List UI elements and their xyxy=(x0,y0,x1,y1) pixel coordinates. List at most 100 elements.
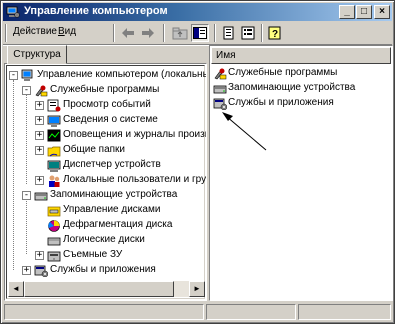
tree-item[interactable]: + Сведения о системе xyxy=(5,113,205,127)
menu-action[interactable]: Действие xyxy=(13,26,57,37)
expand-icon[interactable]: + xyxy=(35,131,44,140)
tree-item-label: Диспетчер устройств xyxy=(63,159,161,170)
title-bar[interactable]: Управление компьютером _ □ × xyxy=(3,3,392,21)
status-cell-1 xyxy=(4,304,204,320)
logical-drives-icon xyxy=(47,234,61,247)
tree-item[interactable]: - Управление компьютером (локальным) xyxy=(5,68,207,82)
system-info-icon xyxy=(47,114,61,127)
scroll-right-icon: ► xyxy=(193,284,201,293)
tree-item-label: Запоминающие устройства xyxy=(50,189,178,200)
up-level-button[interactable] xyxy=(171,24,189,42)
toolbar-separator xyxy=(214,24,216,42)
menu-toolbar-row: Действие Вид ? xyxy=(3,22,392,45)
export-list-button[interactable] xyxy=(220,24,238,42)
expand-icon[interactable]: + xyxy=(35,116,44,125)
tree-item[interactable]: Логические диски xyxy=(5,233,205,247)
tree-item-label: Логические диски xyxy=(63,234,145,245)
tab-tree[interactable]: Структура xyxy=(7,45,67,64)
tree-item-label: Сведения о системе xyxy=(63,114,158,125)
list-item-label: Служебные программы xyxy=(228,67,338,78)
show-tree-icon xyxy=(193,27,207,39)
tree-item-label: Служебные программы xyxy=(50,84,160,95)
close-icon: × xyxy=(379,6,385,17)
performance-logs-icon xyxy=(47,129,61,142)
details-pane: Имя Служебные программы Запоминающие устр… xyxy=(209,45,393,301)
scroll-left-icon: ◄ xyxy=(12,284,20,293)
toolbar-separator xyxy=(163,24,165,42)
expand-icon[interactable]: + xyxy=(22,266,31,275)
back-arrow-icon xyxy=(122,28,134,38)
export-list-icon xyxy=(223,26,234,40)
expand-icon[interactable]: + xyxy=(35,176,44,185)
local-users-icon xyxy=(47,174,61,187)
tree-item[interactable]: + Общие папки xyxy=(5,143,205,157)
forward-arrow-icon xyxy=(142,28,154,38)
system-tools-icon xyxy=(34,84,48,97)
status-cell-2 xyxy=(206,304,296,320)
tree-item-label: Дефрагментация диска xyxy=(63,219,173,230)
tree-item-label: Локальные пользователи и группы xyxy=(63,174,207,185)
minimize-icon: _ xyxy=(344,6,350,17)
event-viewer-icon xyxy=(47,99,61,112)
expand-icon[interactable]: + xyxy=(35,101,44,110)
tree-item-label: Управление компьютером (локальным) xyxy=(37,69,207,80)
maximize-icon: □ xyxy=(360,6,368,17)
scroll-thumb[interactable] xyxy=(24,281,174,297)
forward-button[interactable] xyxy=(139,24,157,42)
expand-icon[interactable]: + xyxy=(35,146,44,155)
tree-item[interactable]: + Службы и приложения xyxy=(5,263,205,278)
pointer-arrow-icon xyxy=(222,112,267,151)
toolbar-separator xyxy=(261,24,263,42)
tree-item[interactable]: + Съемные ЗУ xyxy=(5,248,205,262)
shared-folders-icon xyxy=(47,144,61,157)
scroll-right-button[interactable]: ► xyxy=(189,281,205,297)
tree-pane: - Управление компьютером (локальным) - Служ… xyxy=(4,63,207,301)
tree-item[interactable]: - Запоминающие устройства xyxy=(5,188,205,202)
computer-management-icon xyxy=(21,69,35,82)
window-title: Управление компьютером xyxy=(24,5,168,17)
tree-item-label: Съемные ЗУ xyxy=(63,249,123,260)
tree-item[interactable]: Управление дисками xyxy=(5,203,205,217)
tree-item[interactable]: Диспетчер устройств xyxy=(5,158,205,172)
minimize-button[interactable]: _ xyxy=(339,5,355,19)
tree-item-label: Службы и приложения xyxy=(50,264,156,275)
show-hide-tree-button[interactable] xyxy=(191,24,209,42)
tree-item[interactable]: + Локальные пользователи и группы xyxy=(5,173,207,187)
device-manager-icon xyxy=(47,159,61,172)
status-cell-3 xyxy=(298,304,391,320)
tree-item[interactable]: Дефрагментация диска xyxy=(5,218,205,232)
disk-management-icon xyxy=(47,204,61,217)
list-item-label: Запоминающие устройства xyxy=(228,82,356,93)
collapse-icon[interactable]: - xyxy=(9,71,18,80)
tree-item[interactable]: + Просмотр событий xyxy=(5,98,205,112)
grip xyxy=(5,24,7,42)
defrag-icon xyxy=(47,219,61,232)
services-apps-icon xyxy=(34,264,49,278)
tree-item-label: Управление дисками xyxy=(63,204,161,215)
maximize-button[interactable]: □ xyxy=(356,5,372,19)
svg-text:?: ? xyxy=(272,29,278,40)
status-bar xyxy=(3,302,392,321)
help-icon: ? xyxy=(268,26,281,40)
collapse-icon[interactable]: - xyxy=(22,86,31,95)
storage-icon xyxy=(34,189,48,202)
close-button[interactable]: × xyxy=(374,5,390,19)
back-button[interactable] xyxy=(119,24,137,42)
tree-item[interactable]: - Служебные программы xyxy=(5,83,205,97)
tree-item-label: Общие папки xyxy=(63,144,126,155)
properties-icon xyxy=(241,26,255,40)
menu-view[interactable]: Вид xyxy=(58,26,76,37)
collapse-icon[interactable]: - xyxy=(22,191,31,200)
computer-management-icon xyxy=(6,6,20,18)
expand-icon[interactable]: + xyxy=(35,251,44,260)
tree-horizontal-scrollbar[interactable]: ◄ ► xyxy=(8,281,205,297)
column-header-name[interactable]: Имя xyxy=(211,47,391,64)
computer-management-window: Управление компьютером _ □ × Действие Ви… xyxy=(0,0,395,324)
scroll-left-button[interactable]: ◄ xyxy=(8,281,24,297)
toolbar-separator xyxy=(113,24,115,42)
properties-button[interactable] xyxy=(239,24,257,42)
removable-storage-icon xyxy=(47,249,61,262)
tree-item-label: Оповещения и журналы производительности xyxy=(63,129,206,140)
tree-item[interactable]: + Оповещения и журналы производительности xyxy=(5,128,206,142)
help-button[interactable]: ? xyxy=(267,24,285,42)
